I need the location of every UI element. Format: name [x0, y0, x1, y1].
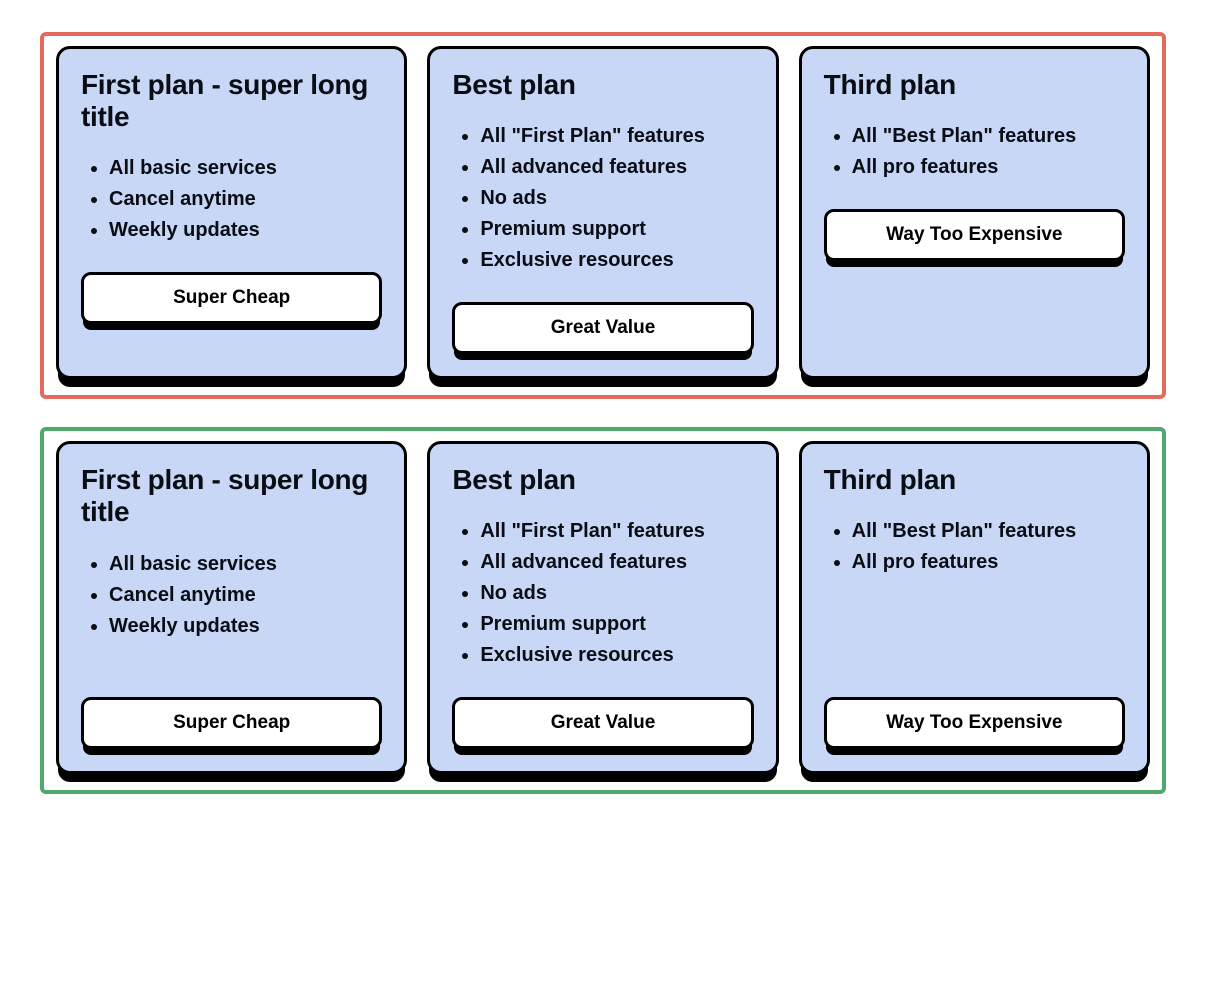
plan-title: First plan - super long title	[81, 464, 382, 528]
feature-item: All basic services	[109, 153, 382, 184]
feature-item: All advanced features	[480, 152, 753, 183]
plan-title: Third plan	[824, 69, 1125, 101]
feature-item: Cancel anytime	[109, 580, 382, 611]
plan-cta-button[interactable]: Super Cheap	[81, 697, 382, 749]
plan-cta-button[interactable]: Way Too Expensive	[824, 697, 1125, 749]
plan-card: Best plan All "First Plan" features All …	[427, 46, 778, 379]
feature-item: Exclusive resources	[480, 640, 753, 671]
plan-card: Third plan All "Best Plan" features All …	[799, 46, 1150, 379]
feature-item: All "First Plan" features	[480, 121, 753, 152]
plan-card: First plan - super long title All basic …	[56, 441, 407, 774]
feature-item: No ads	[480, 578, 753, 609]
good-example: First plan - super long title All basic …	[40, 427, 1166, 794]
plan-title: First plan - super long title	[81, 69, 382, 133]
feature-item: Weekly updates	[109, 611, 382, 642]
feature-item: All "Best Plan" features	[852, 516, 1125, 547]
feature-item: Premium support	[480, 609, 753, 640]
feature-item: All pro features	[852, 547, 1125, 578]
feature-item: Premium support	[480, 214, 753, 245]
plan-title: Best plan	[452, 464, 753, 496]
feature-item: All advanced features	[480, 547, 753, 578]
feature-list: All "Best Plan" features All pro feature…	[824, 121, 1125, 183]
feature-item: Cancel anytime	[109, 184, 382, 215]
feature-item: All basic services	[109, 549, 382, 580]
plan-cta-button[interactable]: Great Value	[452, 302, 753, 354]
feature-item: No ads	[480, 183, 753, 214]
plan-cta-button[interactable]: Super Cheap	[81, 272, 382, 324]
feature-item: All pro features	[852, 152, 1125, 183]
plan-card: Third plan All "Best Plan" features All …	[799, 441, 1150, 774]
feature-list: All basic services Cancel anytime Weekly…	[81, 549, 382, 642]
bad-row: First plan - super long title All basic …	[56, 46, 1150, 379]
plan-card: Best plan All "First Plan" features All …	[427, 441, 778, 774]
feature-list: All "First Plan" features All advanced f…	[452, 516, 753, 671]
plan-title: Third plan	[824, 464, 1125, 496]
plan-title: Best plan	[452, 69, 753, 101]
flex-spacer	[81, 668, 382, 698]
plan-cta-button[interactable]: Way Too Expensive	[824, 209, 1125, 261]
plan-cta-button[interactable]: Great Value	[452, 697, 753, 749]
feature-list: All "First Plan" features All advanced f…	[452, 121, 753, 276]
feature-item: All "First Plan" features	[480, 516, 753, 547]
plan-card: First plan - super long title All basic …	[56, 46, 407, 379]
good-row: First plan - super long title All basic …	[56, 441, 1150, 774]
feature-item: Weekly updates	[109, 215, 382, 246]
flex-spacer	[824, 604, 1125, 697]
feature-item: Exclusive resources	[480, 245, 753, 276]
feature-item: All "Best Plan" features	[852, 121, 1125, 152]
feature-list: All "Best Plan" features All pro feature…	[824, 516, 1125, 578]
feature-list: All basic services Cancel anytime Weekly…	[81, 153, 382, 246]
bad-example: First plan - super long title All basic …	[40, 32, 1166, 399]
